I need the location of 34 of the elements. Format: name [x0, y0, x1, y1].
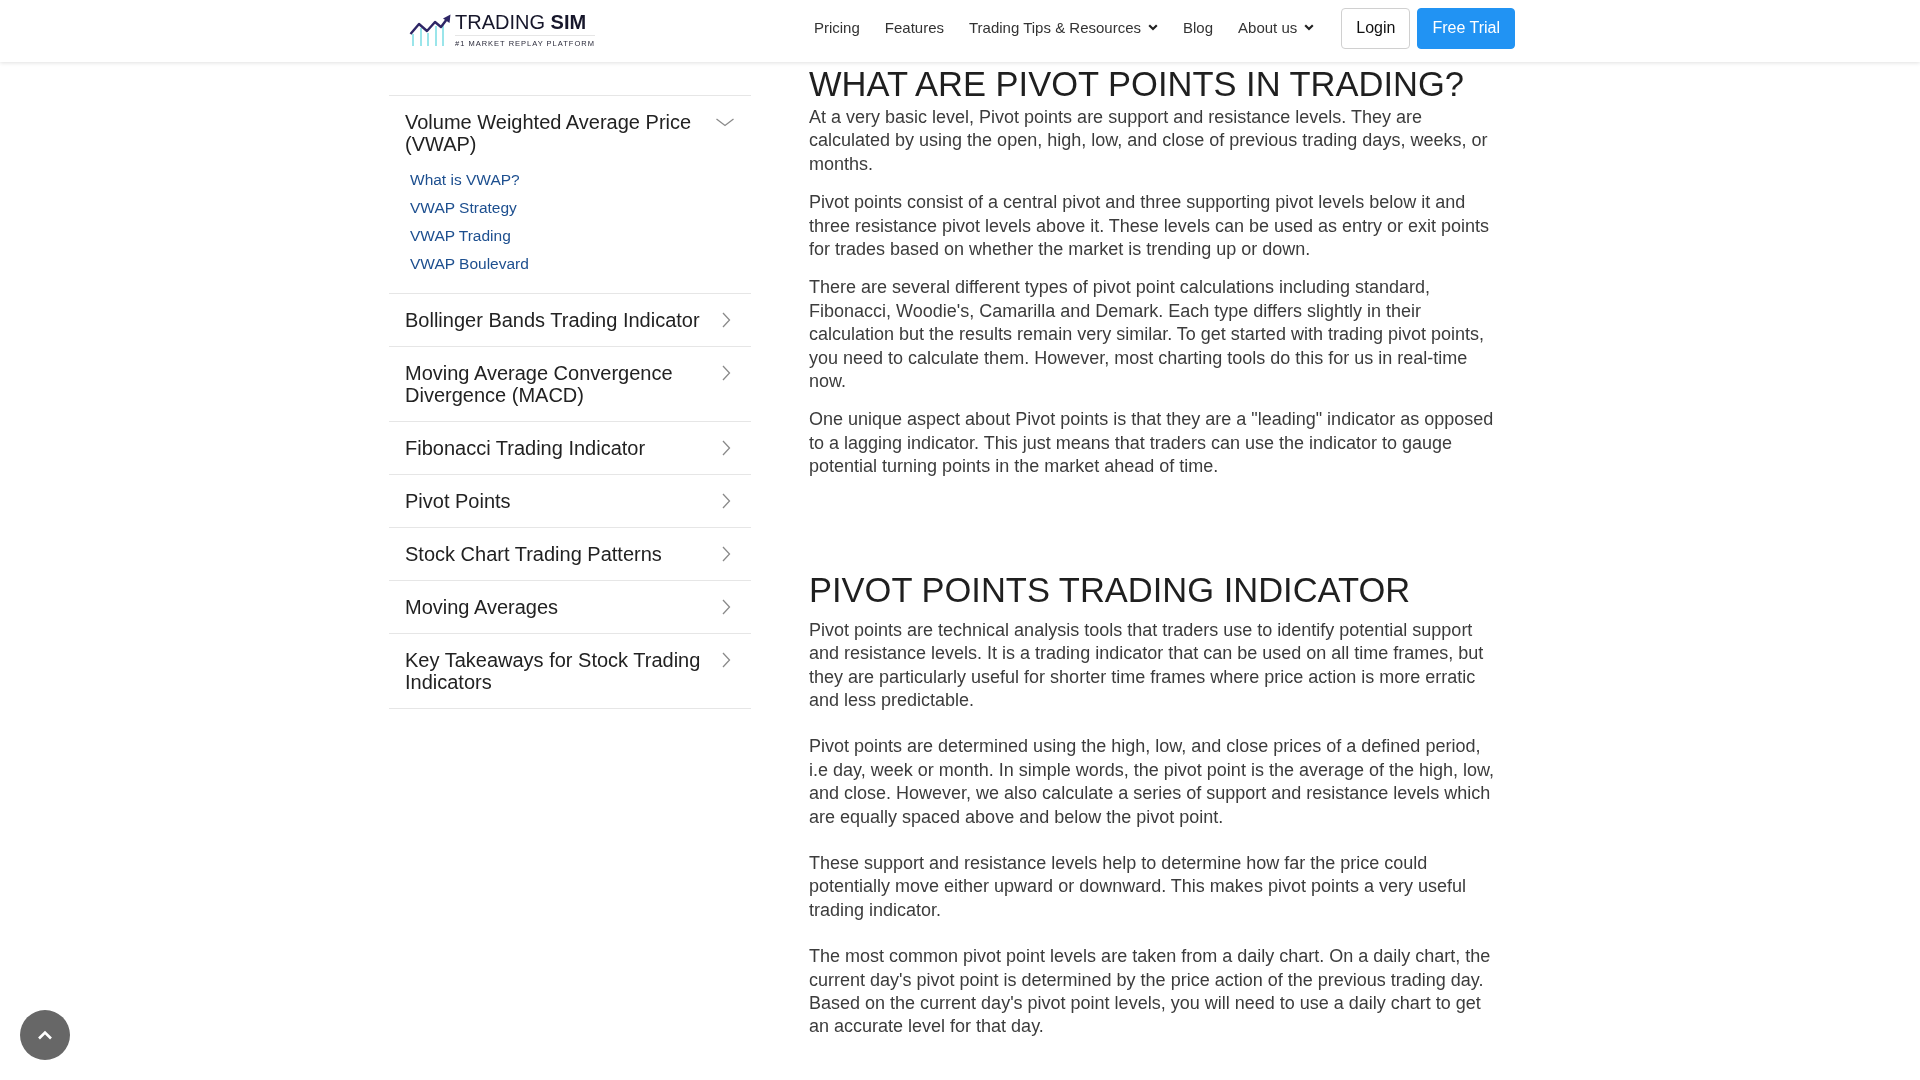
paragraph: Pivot points are determined using the high, low, and close prices of a defined period, i.e day, week or month. In simple words, the pivot point is the average of the high, low, and close. However, we also calculate a series of support and resistance levels which are equally spaced above and below the pivot point. — [809, 735, 1496, 829]
sidebar-item[interactable]: Moving Averages — [389, 581, 751, 633]
caret-down-icon[interactable] — [1148, 23, 1158, 31]
chart-logo-icon[interactable] — [409, 14, 451, 46]
nav-link[interactable]: Trading Tips & Resources — [969, 18, 1158, 36]
nav-link[interactable]: About us — [1238, 18, 1315, 36]
paragraph: One unique aspect about Pivot points is that they are a "leading" indicator as opposed to a lagging indicator. This just means that traders can use the indicator to gauge potential turning points in the market ahead of time. — [809, 408, 1495, 479]
sidebar-item[interactable]: Key Takeaways for Stock Trading Indicators — [389, 634, 751, 708]
paragraph: Pivot points consist of a central pivot and three supporting pivot levels below it and three resistance pivot levels above it. These levels can be used as entry or exit points for trades based on whether the market is trending up or down. — [809, 191, 1491, 262]
sidebar-link[interactable]: VWAP Strategy — [410, 194, 517, 222]
brand-name: TRADING SIM — [455, 12, 595, 36]
nav-link[interactable]: Features — [884, 18, 944, 36]
scroll-to-top-button[interactable] — [20, 1010, 70, 1060]
nav-link[interactable]: Pricing — [813, 18, 860, 36]
section-heading: PIVOT POINTS TRADING INDICATOR — [809, 572, 1412, 607]
caret-down-icon[interactable] — [1304, 23, 1315, 31]
sidebar-item[interactable]: Moving Average Convergence Divergence (MACD) — [389, 347, 751, 421]
paragraph: The most common pivot point levels are taken from a daily chart. On a daily chart, the current day's pivot point is determined by the price action of the previous trading day. Based on the current day's pivot point levels, you will need to use a daily chart to get an accurate level for that day. — [809, 945, 1492, 1039]
login-button[interactable]: Login — [1341, 7, 1411, 49]
sidebar-item[interactable]: Fibonacci Trading Indicator — [389, 422, 751, 474]
paragraph: There are several different types of pivot point calculations including standard, Fibonacci, Woodie's, Camarilla and Demark. Each type differs slightly in their calculation but the results remain very similar. To get started with trading pivot points, you need to calculate them. However, most charting tools do this for us in real-time now. — [809, 276, 1485, 394]
sidebar-item[interactable]: Pivot Points — [389, 475, 751, 527]
paragraph: Pivot points are technical analysis tools that traders use to identify potential support and resistance levels. It is a trading indicator that can be used on all time frames, but they are particularly useful for shorter time frames where price action is more erratic and less predictable. — [809, 618, 1485, 712]
chevron-up-icon[interactable] — [37, 1030, 53, 1040]
section-heading: WHAT ARE PIVOT POINTS IN TRADING? — [809, 67, 1465, 101]
sidebar-link[interactable]: What is VWAP? — [410, 166, 520, 194]
paragraph: At a very basic level, Pivot points are support and resistance levels. They are calculated by using the open, high, low, and close of previous trading days, weeks, or months. — [809, 106, 1489, 176]
sidebar-item[interactable]: Stock Chart Trading Patterns — [389, 528, 751, 580]
sidebar-link[interactable]: VWAP Trading — [410, 222, 511, 250]
nav-link[interactable]: Blog — [1183, 18, 1214, 36]
paragraph: These support and resistance levels help to determine how far the price could potentially move either upward or downward. This makes pivot points a very useful trading indicator. — [809, 851, 1467, 922]
sidebar-item[interactable]: Bollinger Bands Trading Indicator — [389, 294, 751, 346]
sidebar-link[interactable]: VWAP Boulevard — [410, 250, 529, 278]
sidebar-item[interactable]: Volume Weighted Average Price (VWAP) — [389, 96, 751, 166]
